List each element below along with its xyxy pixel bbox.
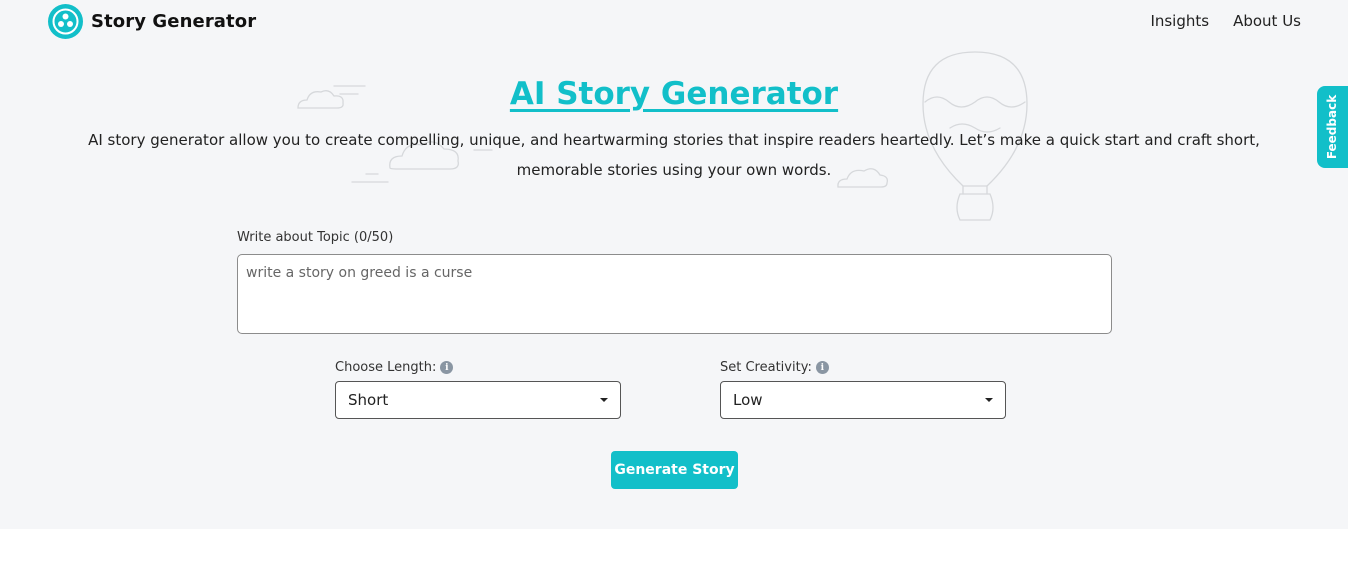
page-title-container: AI Story Generator [0,74,1348,112]
page-description: AI story generator allow you to create c… [88,131,1260,179]
length-label-row: Choose Length: i [335,360,454,375]
brand[interactable]: Story Generator [48,4,256,39]
top-nav: Insights About Us [1150,12,1301,30]
logo-icon [48,4,83,39]
chevron-down-icon [600,398,608,402]
topic-input[interactable] [237,254,1112,334]
feedback-tab[interactable]: Feedback [1317,86,1348,168]
nav-item-insights[interactable]: Insights [1150,12,1209,30]
page-title[interactable]: AI Story Generator [510,76,838,112]
generate-story-button[interactable]: Generate Story [611,451,738,489]
feedback-label: Feedback [1325,94,1340,160]
creativity-select[interactable]: Low [720,381,1006,419]
length-select[interactable]: Short [335,381,621,419]
info-icon[interactable]: i [440,361,454,374]
topic-label: Write about Topic (0/50) [237,230,394,245]
length-select-value: Short [348,391,389,409]
hero-section: Story Generator Insights About Us AI Sto… [0,0,1348,529]
chevron-down-icon [985,398,993,402]
creativity-label: Set Creativity: [720,360,812,375]
info-icon[interactable]: i [815,361,829,374]
creativity-select-value: Low [733,391,763,409]
nav-item-about-us[interactable]: About Us [1233,12,1301,30]
length-label: Choose Length: [335,360,437,375]
creativity-label-row: Set Creativity: i [720,360,829,375]
brand-name: Story Generator [91,11,257,32]
page: Story Generator Insights About Us AI Sto… [0,0,1348,571]
